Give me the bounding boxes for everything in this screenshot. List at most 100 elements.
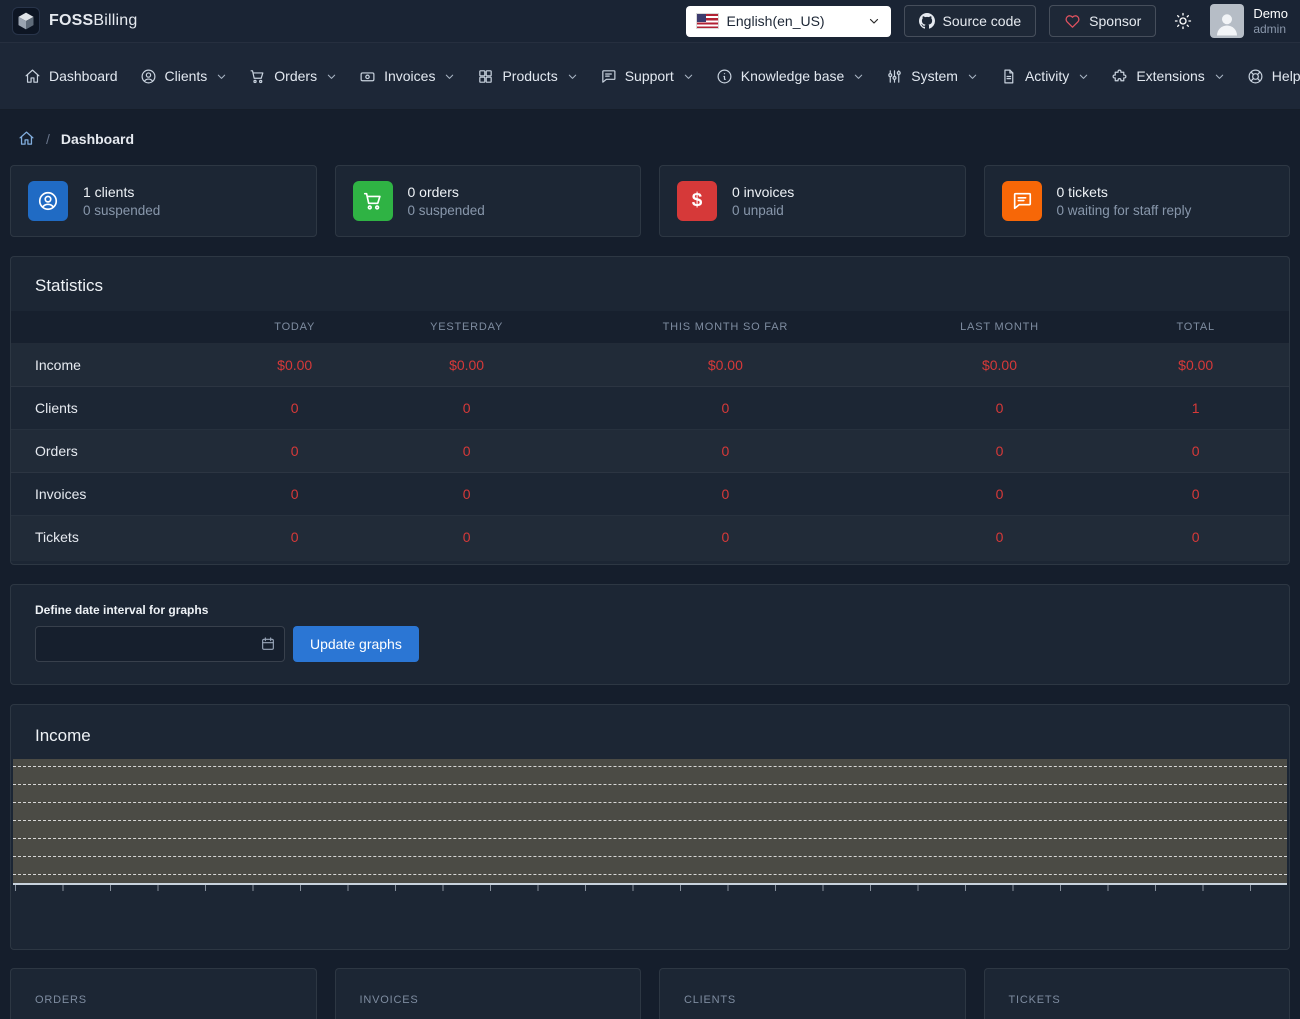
cell-value: 0 xyxy=(379,430,554,473)
source-code-label: Source code xyxy=(943,13,1022,29)
cell-value: $0.00 xyxy=(554,344,897,387)
user-name: Demo xyxy=(1253,6,1288,22)
column-header-today: TODAY xyxy=(210,311,379,344)
invoices-panel-title: INVOICES xyxy=(360,994,617,1006)
orders-cart-icon xyxy=(353,181,393,221)
invoices-summary-card[interactable]: $ 0 invoices 0 unpaid xyxy=(659,165,966,237)
sponsor-button[interactable]: Sponsor xyxy=(1049,5,1156,37)
chart-gridline xyxy=(13,802,1287,803)
tickets-panel: TICKETS xyxy=(984,968,1291,1019)
card-value: 0 invoices xyxy=(732,184,794,200)
nav-item-products[interactable]: Products xyxy=(467,58,587,95)
cell-value: 0 xyxy=(210,516,379,562)
cell-value: $0.00 xyxy=(897,344,1103,387)
card-value: 1 clients xyxy=(83,184,160,200)
chevron-down-icon xyxy=(967,71,978,82)
nav-item-clients[interactable]: Clients xyxy=(130,58,238,95)
message-icon xyxy=(600,68,617,85)
card-subtitle: 0 suspended xyxy=(83,203,160,218)
brand-text: FOSSBilling xyxy=(49,12,137,30)
chevron-down-icon xyxy=(868,15,880,27)
cell-value: $0.00 xyxy=(379,344,554,387)
file-text-icon xyxy=(1000,68,1017,85)
brand-logo-link[interactable]: FOSSBilling xyxy=(12,7,137,35)
cell-value: 0 xyxy=(379,473,554,516)
row-label: Clients xyxy=(11,387,210,430)
date-range-input[interactable] xyxy=(35,626,285,662)
topbar: FOSSBilling English(en_US) Source code S… xyxy=(0,0,1300,42)
table-row-tickets: Tickets 0 0 0 0 0 xyxy=(11,516,1289,562)
adjustments-icon xyxy=(886,68,903,85)
lifebuoy-icon xyxy=(1247,68,1264,85)
cell-value: 0 xyxy=(1102,473,1289,516)
chevron-down-icon xyxy=(567,71,578,82)
update-graphs-button[interactable]: Update graphs xyxy=(293,626,419,662)
nav-item-activity[interactable]: Activity xyxy=(990,58,1099,95)
cell-value: $0.00 xyxy=(1102,344,1289,387)
statistics-title: Statistics xyxy=(11,257,1289,311)
user-meta: Demo admin xyxy=(1253,6,1288,36)
column-header-yesterday: YESTERDAY xyxy=(379,311,554,344)
table-row-clients: Clients 0 0 0 0 1 xyxy=(11,387,1289,430)
cell-value: $0.00 xyxy=(210,344,379,387)
cell-value: 0 xyxy=(897,430,1103,473)
cell-value: 0 xyxy=(897,387,1103,430)
income-title: Income xyxy=(11,705,1289,759)
chevron-down-icon xyxy=(326,71,337,82)
user-menu[interactable]: Demo admin xyxy=(1210,4,1288,38)
puzzle-icon xyxy=(1111,68,1128,85)
breadcrumb-current-page: Dashboard xyxy=(61,131,134,147)
chevron-down-icon xyxy=(444,71,455,82)
nav-item-invoices[interactable]: Invoices xyxy=(349,58,465,95)
clients-panel: CLIENTS xyxy=(659,968,966,1019)
theme-toggle-sun-icon[interactable] xyxy=(1169,12,1197,30)
orders-summary-card[interactable]: 0 orders 0 suspended xyxy=(335,165,642,237)
chevron-down-icon xyxy=(1078,71,1089,82)
apps-grid-icon xyxy=(477,68,494,85)
nav-label: Help xyxy=(1272,68,1300,84)
income-chart-plot xyxy=(13,759,1287,885)
row-label: Orders xyxy=(11,430,210,473)
tickets-summary-card[interactable]: 0 tickets 0 waiting for staff reply xyxy=(984,165,1291,237)
avatar xyxy=(1210,4,1244,38)
income-chart xyxy=(13,759,1287,949)
breadcrumb-home-icon[interactable] xyxy=(18,130,35,147)
nav-item-dashboard[interactable]: Dashboard xyxy=(14,58,128,95)
nav-label: Support xyxy=(625,68,674,84)
cell-value: 0 xyxy=(1102,516,1289,562)
card-subtitle: 0 waiting for staff reply xyxy=(1057,203,1192,218)
cell-value: 0 xyxy=(554,387,897,430)
summary-cards-row: 1 clients 0 suspended 0 orders 0 suspend… xyxy=(10,165,1290,237)
orders-panel: ORDERS xyxy=(10,968,317,1019)
brand-bold: FOSS xyxy=(49,12,93,29)
graph-interval-label: Define date interval for graphs xyxy=(35,603,1265,617)
nav-item-system[interactable]: System xyxy=(876,58,988,95)
page-content: / Dashboard 1 clients 0 suspended 0 orde… xyxy=(0,110,1300,1019)
breadcrumb: / Dashboard xyxy=(10,110,1290,165)
source-code-button[interactable]: Source code xyxy=(904,5,1037,37)
chevron-down-icon xyxy=(683,71,694,82)
nav-item-help[interactable]: Help xyxy=(1237,58,1300,95)
nav-label: Extensions xyxy=(1136,68,1204,84)
github-icon xyxy=(919,13,935,29)
chevron-down-icon xyxy=(853,71,864,82)
cell-value: 0 xyxy=(554,473,897,516)
statistics-table: TODAY YESTERDAY THIS MONTH SO FAR LAST M… xyxy=(11,311,1289,564)
tickets-message-icon xyxy=(1002,181,1042,221)
cell-value: 0 xyxy=(1102,430,1289,473)
breadcrumb-separator: / xyxy=(46,131,50,147)
invoices-panel: INVOICES xyxy=(335,968,642,1019)
nav-label: Orders xyxy=(274,68,317,84)
sponsor-label: Sponsor xyxy=(1089,13,1141,29)
nav-item-support[interactable]: Support xyxy=(590,58,704,95)
date-range-field xyxy=(35,626,285,662)
language-select[interactable]: English(en_US) xyxy=(686,6,891,37)
nav-item-orders[interactable]: Orders xyxy=(239,58,347,95)
card-value: 0 tickets xyxy=(1057,184,1192,200)
empty-header-cell xyxy=(11,311,210,344)
nav-item-knowledge-base[interactable]: Knowledge base xyxy=(706,58,875,95)
row-label: Income xyxy=(11,344,210,387)
nav-item-extensions[interactable]: Extensions xyxy=(1101,58,1234,95)
clients-summary-card[interactable]: 1 clients 0 suspended xyxy=(10,165,317,237)
cell-value: 0 xyxy=(210,430,379,473)
